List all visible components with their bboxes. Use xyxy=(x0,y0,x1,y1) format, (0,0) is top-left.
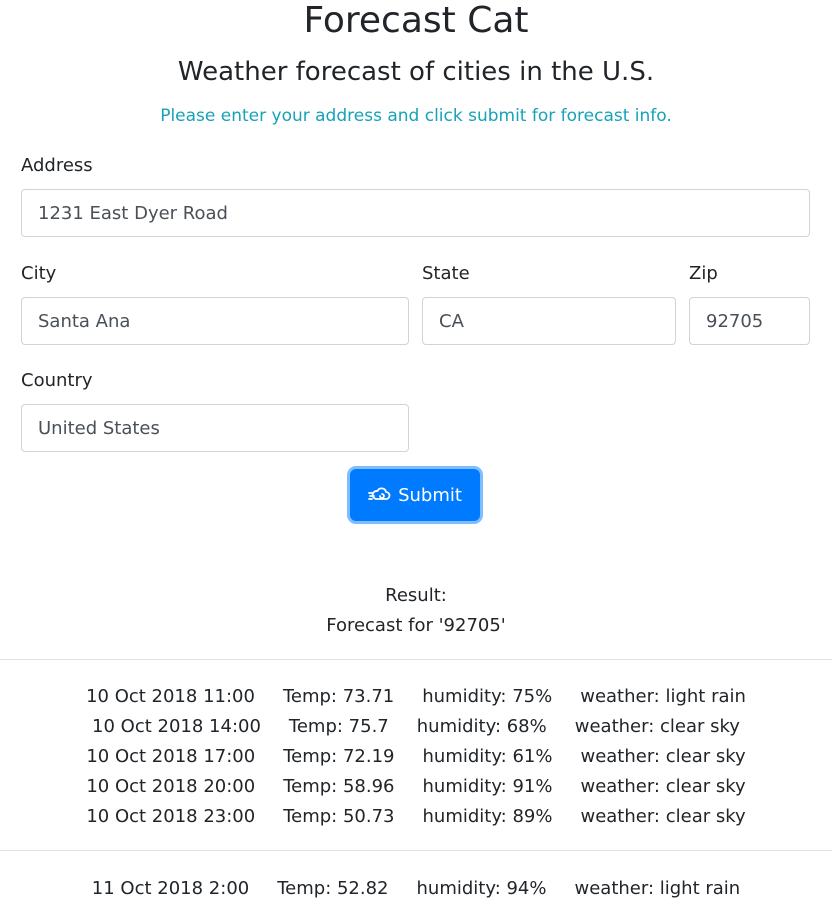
forecast-weather: weather: light rain xyxy=(580,686,746,707)
forecast-humidity: humidity: 61% xyxy=(422,746,553,767)
zip-input[interactable] xyxy=(689,297,810,345)
result-label: Result: xyxy=(385,585,447,606)
forecast-weather: weather: clear sky xyxy=(574,716,740,737)
forecast-weather: weather: clear sky xyxy=(580,776,746,797)
zip-label: Zip xyxy=(689,263,718,284)
forecast-humidity: humidity: 89% xyxy=(422,806,553,827)
forecast-weather: weather: clear sky xyxy=(580,806,746,827)
forecast-row: 10 Oct 2018 20:00 Temp: 58.96 humidity: … xyxy=(0,772,832,802)
forecast-temp: Temp: 72.19 xyxy=(283,746,395,767)
cloud-wind-icon xyxy=(368,486,392,504)
forecast-datetime: 10 Oct 2018 17:00 xyxy=(86,746,256,767)
submit-label: Submit xyxy=(398,484,462,506)
state-label: State xyxy=(422,263,470,284)
forecast-humidity: humidity: 94% xyxy=(416,878,547,899)
forecast-temp: Temp: 52.82 xyxy=(277,878,389,899)
forecast-temp: Temp: 50.73 xyxy=(283,806,395,827)
country-label: Country xyxy=(21,370,93,391)
forecast-datetime: 10 Oct 2018 14:00 xyxy=(92,716,261,737)
submit-button[interactable]: Submit xyxy=(350,469,480,521)
forecast-temp: Temp: 75.7 xyxy=(288,716,389,737)
forecast-datetime: 10 Oct 2018 11:00 xyxy=(86,686,255,707)
app-subtitle: Weather forecast of cities in the U.S. xyxy=(177,57,655,87)
forecast-weather: weather: clear sky xyxy=(580,746,746,767)
forecast-group: 11 Oct 2018 2:00 Temp: 52.82 humidity: 9… xyxy=(0,874,832,904)
city-label: City xyxy=(21,263,57,284)
forecast-row: 10 Oct 2018 17:00 Temp: 72.19 humidity: … xyxy=(0,742,832,772)
forecast-group: 10 Oct 2018 11:00 Temp: 73.71 humidity: … xyxy=(0,682,832,832)
address-input[interactable] xyxy=(21,189,810,237)
forecast-temp: Temp: 73.71 xyxy=(282,686,395,707)
forecast-humidity: humidity: 68% xyxy=(416,716,547,737)
address-label: Address xyxy=(21,155,93,176)
city-input[interactable] xyxy=(21,297,409,345)
forecast-row: 11 Oct 2018 2:00 Temp: 52.82 humidity: 9… xyxy=(0,874,832,904)
forecast-humidity: humidity: 75% xyxy=(422,686,553,707)
forecast-datetime: 10 Oct 2018 20:00 xyxy=(86,776,256,797)
forecast-datetime: 10 Oct 2018 23:00 xyxy=(86,806,256,827)
forecast-datetime: 11 Oct 2018 2:00 xyxy=(91,878,250,899)
forecast-row: 10 Oct 2018 11:00 Temp: 73.71 humidity: … xyxy=(0,682,832,712)
country-input[interactable] xyxy=(21,404,409,452)
forecast-row: 10 Oct 2018 14:00 Temp: 75.7 humidity: 6… xyxy=(0,712,832,742)
divider xyxy=(0,659,832,660)
app-title: Forecast Cat xyxy=(303,0,529,41)
forecast-humidity: humidity: 91% xyxy=(422,776,553,797)
forecast-temp: Temp: 58.96 xyxy=(283,776,395,797)
state-input[interactable] xyxy=(422,297,676,345)
intro-text: Please enter your address and click subm… xyxy=(160,106,672,126)
forecast-weather: weather: light rain xyxy=(574,878,741,899)
forecast-row: 10 Oct 2018 23:00 Temp: 50.73 humidity: … xyxy=(0,802,832,832)
divider xyxy=(0,850,832,851)
result-query: Forecast for '92705' xyxy=(326,615,506,636)
